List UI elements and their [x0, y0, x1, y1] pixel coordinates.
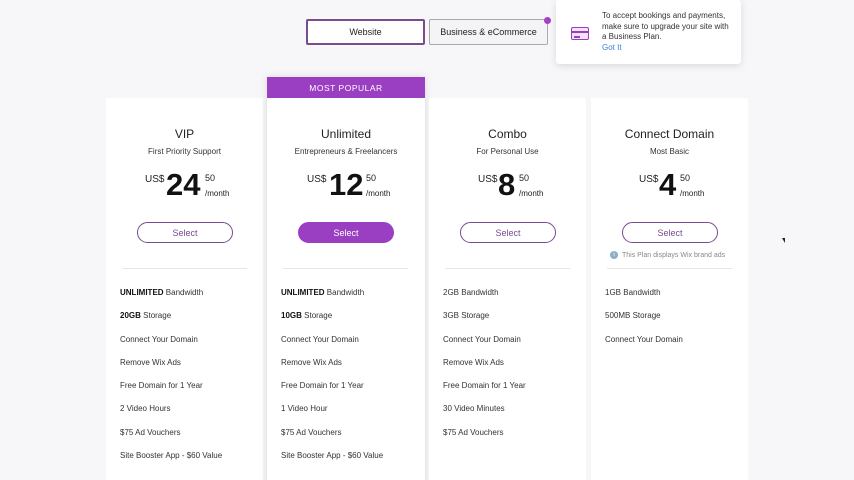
price-amount: 4 [659, 167, 677, 202]
list-item: $75 Ad Vouchers [120, 427, 181, 437]
price-amount: 24 [166, 167, 201, 202]
plan-subtitle: First Priority Support [148, 147, 221, 156]
list-item: Remove Wix Ads [443, 357, 504, 367]
plan-card-combo: Combo For Personal Use US$ 8 50 /month S… [429, 98, 586, 480]
divider [445, 268, 570, 269]
select-button-connect-domain[interactable]: Select [622, 222, 718, 243]
tab-business-label: Business & eCommerce [440, 27, 537, 37]
mouse-cursor-icon [782, 238, 785, 243]
price: US$ 24 50 /month [106, 167, 263, 204]
list-item: 2GB Bandwidth [443, 288, 499, 297]
list-item: Free Domain for 1 Year [120, 381, 203, 391]
list-item: 1GB Bandwidth [605, 288, 661, 297]
tab-website[interactable]: Website [306, 19, 425, 45]
price: US$ 4 50 /month [591, 167, 748, 204]
price-amount: 8 [498, 167, 516, 202]
price-cents: 50 [680, 173, 691, 183]
info-icon: i [610, 251, 618, 259]
currency: US$ [639, 174, 659, 185]
got-it-link[interactable]: Got It [602, 43, 622, 52]
list-item: Connect Your Domain [605, 334, 683, 344]
price-period: /month [519, 189, 544, 198]
tooltip-message: To accept bookings and payments, make su… [602, 11, 729, 41]
price-period: /month [366, 189, 391, 198]
list-item: UNLIMITED Bandwidth [120, 288, 204, 297]
plan-card-unlimited: MOST POPULAR Unlimited Entrepreneurs & F… [267, 77, 425, 480]
plan-name: Combo [488, 127, 527, 141]
list-item: Connect Your Domain [281, 334, 359, 344]
list-item: 10GB Storage [281, 311, 333, 321]
plan-name: Unlimited [320, 127, 371, 141]
list-item: 30 Video Minutes [443, 404, 505, 414]
list-item: 20GB Storage [120, 311, 172, 321]
plan-card-connect-domain: Connect Domain Most Basic US$ 4 50 /mont… [591, 98, 748, 480]
plan-subtitle: For Personal Use [476, 147, 539, 156]
list-item: 3GB Storage [443, 311, 490, 321]
list-item: UNLIMITED Bandwidth [281, 288, 365, 297]
price-cents: 50 [366, 173, 377, 183]
list-item: Free Domain for 1 Year [281, 381, 364, 391]
tab-business-ecommerce[interactable]: Business & eCommerce [429, 19, 548, 45]
credit-card-icon [571, 27, 589, 40]
currency: US$ [145, 174, 165, 185]
feature-list: 2GB Bandwidth 3GB Storage Connect Your D… [443, 288, 526, 451]
upgrade-tooltip: To accept bookings and payments, make su… [556, 0, 741, 64]
plan-subtitle: Entrepreneurs & Freelancers [294, 147, 398, 156]
list-item: $75 Ad Vouchers [443, 427, 504, 437]
list-item: Site Booster App - $60 Value [281, 451, 384, 461]
price-amount: 12 [329, 167, 364, 202]
divider [283, 268, 408, 269]
notification-dot [544, 17, 551, 24]
list-item: 2 Video Hours [120, 404, 171, 414]
feature-list: UNLIMITED Bandwidth 10GB Storage Connect… [281, 288, 383, 474]
list-item: Site Booster App - $60 Value [120, 451, 223, 461]
currency: US$ [478, 174, 498, 185]
ads-note: i This Plan displays Wix brand ads [610, 251, 725, 259]
list-item: Remove Wix Ads [281, 357, 342, 367]
select-button-combo[interactable]: Select [460, 222, 556, 243]
list-item: 1 Video Hour [281, 404, 328, 414]
divider [607, 268, 732, 269]
ads-note-text: This Plan displays Wix brand ads [622, 251, 726, 259]
currency: US$ [307, 174, 327, 185]
most-popular-badge: MOST POPULAR [267, 77, 425, 98]
price-period: /month [680, 189, 705, 198]
plan-name: Connect Domain [624, 127, 715, 141]
list-item: Free Domain for 1 Year [443, 381, 526, 391]
feature-list: 1GB Bandwidth 500MB Storage Connect Your… [605, 288, 683, 358]
tab-website-label: Website [349, 27, 382, 37]
select-button-unlimited[interactable]: Select [298, 222, 394, 243]
select-button-vip[interactable]: Select [137, 222, 233, 243]
plan-name: VIP [174, 127, 195, 141]
feature-list: UNLIMITED Bandwidth 20GB Storage Connect… [120, 288, 222, 474]
list-item: $75 Ad Vouchers [281, 427, 342, 437]
price: US$ 8 50 /month [429, 167, 586, 204]
list-item: Connect Your Domain [443, 334, 521, 344]
price-cents: 50 [205, 173, 216, 183]
price: US$ 12 50 /month [267, 167, 425, 204]
price-cents: 50 [519, 173, 530, 183]
list-item: 500MB Storage [605, 311, 661, 321]
list-item: Remove Wix Ads [120, 357, 181, 367]
price-period: /month [205, 189, 230, 198]
plan-subtitle: Most Basic [649, 147, 690, 156]
list-item: Connect Your Domain [120, 334, 198, 344]
plan-card-vip: VIP First Priority Support US$ 24 50 /mo… [106, 98, 263, 480]
divider [122, 268, 247, 269]
